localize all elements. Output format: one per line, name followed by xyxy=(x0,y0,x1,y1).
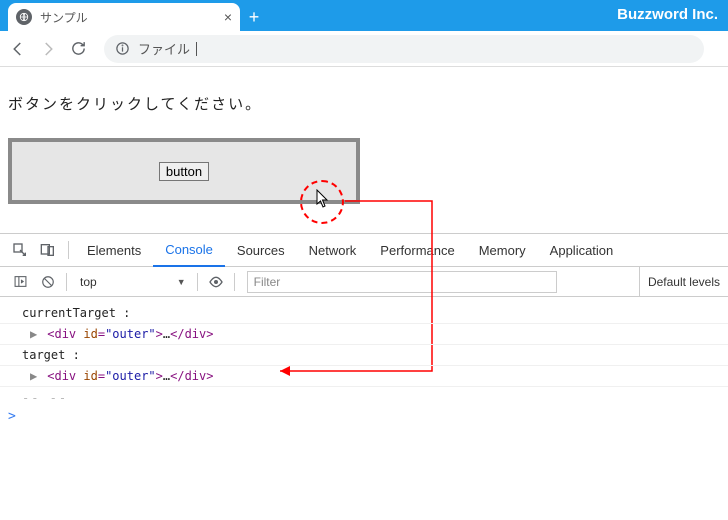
browser-toolbar: ファイル xyxy=(0,31,728,67)
separator xyxy=(68,241,69,259)
console-line: currentTarget : xyxy=(0,303,728,324)
expand-icon[interactable]: ▶ xyxy=(30,327,40,341)
address-text: ファイル xyxy=(138,39,190,58)
context-label: top xyxy=(80,275,97,289)
expand-icon[interactable]: ▶ xyxy=(30,369,40,383)
tab-application[interactable]: Application xyxy=(538,234,626,267)
console-object-line[interactable]: ▶ <div id="outer">…</div> xyxy=(0,366,728,387)
separator xyxy=(234,273,235,291)
context-selector[interactable]: top ▼ xyxy=(71,271,193,293)
demo-button[interactable]: button xyxy=(159,162,209,181)
console-line: -- -- xyxy=(0,391,728,405)
separator xyxy=(197,273,198,291)
tab-elements[interactable]: Elements xyxy=(75,234,153,267)
console-object-line[interactable]: ▶ <div id="outer">…</div> xyxy=(0,324,728,345)
browser-tabstrip-bar: Buzzword Inc. サンプル × + xyxy=(0,0,728,31)
tab-sources[interactable]: Sources xyxy=(225,234,297,267)
text-caret xyxy=(196,42,197,56)
device-icon[interactable] xyxy=(34,234,62,267)
new-tab-button[interactable]: + xyxy=(240,3,268,31)
cursor-icon xyxy=(316,189,332,209)
console-line: target : xyxy=(0,345,728,366)
filter-input[interactable]: Filter xyxy=(247,271,557,293)
tab-performance[interactable]: Performance xyxy=(368,234,466,267)
chevron-down-icon: ▼ xyxy=(177,277,186,287)
tab-network[interactable]: Network xyxy=(297,234,369,267)
console-output: currentTarget : ▶ <div id="outer">…</div… xyxy=(0,297,728,520)
watermark-text: Buzzword Inc. xyxy=(617,6,718,23)
tab-title: サンプル xyxy=(40,9,216,26)
forward-button[interactable] xyxy=(38,39,58,59)
log-levels-selector[interactable]: Default levels xyxy=(639,267,728,297)
tab-strip: サンプル × + xyxy=(8,0,268,31)
devtools-tabbar: Elements Console Sources Network Perform… xyxy=(0,234,728,267)
address-bar[interactable]: ファイル xyxy=(104,35,704,63)
back-button[interactable] xyxy=(8,39,28,59)
console-toolbar: top ▼ Filter Default levels xyxy=(0,267,728,297)
reload-button[interactable] xyxy=(68,39,88,59)
console-prompt[interactable]: > xyxy=(0,405,728,424)
close-icon[interactable]: × xyxy=(224,9,232,25)
tab-memory[interactable]: Memory xyxy=(467,234,538,267)
browser-tab[interactable]: サンプル × xyxy=(8,3,240,31)
filter-placeholder: Filter xyxy=(254,275,281,289)
globe-icon xyxy=(16,9,32,25)
tab-console[interactable]: Console xyxy=(153,234,225,267)
devtools-panel: Elements Console Sources Network Perform… xyxy=(0,233,728,520)
separator xyxy=(66,273,67,291)
page-content: ボタンをクリックしてください。 button xyxy=(0,67,728,233)
instruction-text: ボタンをクリックしてください。 xyxy=(8,93,720,114)
sidebar-toggle-icon[interactable] xyxy=(6,267,34,297)
clear-console-icon[interactable] xyxy=(34,267,62,297)
inspect-icon[interactable] xyxy=(6,234,34,267)
live-expression-icon[interactable] xyxy=(202,267,230,297)
info-icon xyxy=(114,41,130,57)
